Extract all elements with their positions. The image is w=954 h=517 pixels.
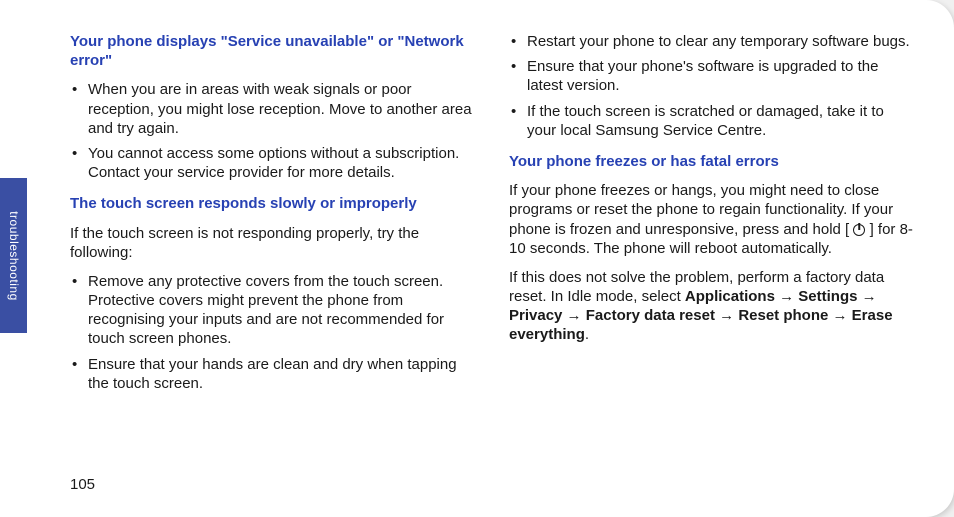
menu-path-item: Reset phone xyxy=(738,307,828,324)
section-tab-label: troubleshooting xyxy=(7,211,21,301)
text-run: If your phone freezes or hangs, you migh… xyxy=(509,182,893,237)
list-item: If the touch screen is scratched or dama… xyxy=(509,102,914,140)
paragraph: If this does not solve the problem, perf… xyxy=(509,268,914,345)
column-left: Your phone displays "Service unavailable… xyxy=(70,32,475,477)
text-run: . xyxy=(585,326,589,343)
heading-phone-freezes: Your phone freezes or has fatal errors xyxy=(509,152,914,171)
bullet-list: When you are in areas with weak signals … xyxy=(70,80,475,182)
menu-path-item: Applications xyxy=(685,288,775,305)
document-page: troubleshooting Your phone displays "Ser… xyxy=(0,0,954,517)
section-tab: troubleshooting xyxy=(0,178,27,333)
paragraph: If the touch screen is not responding pr… xyxy=(70,224,475,262)
arrow: → xyxy=(828,307,851,324)
list-item: Ensure that your hands are clean and dry… xyxy=(70,355,475,393)
column-right: Restart your phone to clear any temporar… xyxy=(509,32,914,477)
arrow: → xyxy=(715,307,738,324)
list-item: When you are in areas with weak signals … xyxy=(70,80,475,138)
list-item: Ensure that your phone's software is upg… xyxy=(509,57,914,95)
heading-touch-screen: The touch screen responds slowly or impr… xyxy=(70,194,475,213)
paragraph: If your phone freezes or hangs, you migh… xyxy=(509,181,914,258)
heading-service-unavailable: Your phone displays "Service unavailable… xyxy=(70,32,475,70)
bullet-list: Remove any protective covers from the to… xyxy=(70,272,475,393)
power-icon xyxy=(853,224,865,236)
arrow: → xyxy=(562,307,585,324)
arrow: → xyxy=(775,288,798,305)
page-number: 105 xyxy=(70,476,95,493)
list-item: Remove any protective covers from the to… xyxy=(70,272,475,349)
arrow: → xyxy=(857,288,876,305)
list-item: You cannot access some options without a… xyxy=(70,144,475,182)
menu-path-item: Privacy xyxy=(509,307,562,324)
bullet-list: Restart your phone to clear any temporar… xyxy=(509,32,914,140)
menu-path-item: Factory data reset xyxy=(586,307,715,324)
list-item: Restart your phone to clear any temporar… xyxy=(509,32,914,51)
menu-path-item: Settings xyxy=(798,288,857,305)
page-content: Your phone displays "Service unavailable… xyxy=(70,32,914,477)
